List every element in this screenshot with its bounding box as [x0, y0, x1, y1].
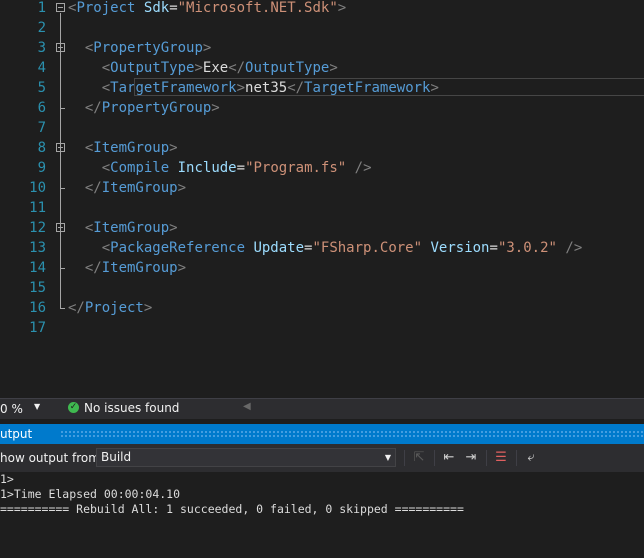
- outline-guide: [60, 53, 61, 108]
- code-text: <Compile Include="Program.fs" />: [101, 160, 372, 176]
- line-number: 4: [37, 60, 46, 76]
- output-toolbar: how output from: Build ▼ ⇱ ⇤ ⇥ ☰ ⤶: [0, 444, 644, 472]
- line-number: 2: [37, 20, 46, 36]
- code-text: <OutputType>Exe</OutputType>: [101, 60, 338, 76]
- code-line[interactable]: 6 </PropertyGroup>: [0, 98, 644, 118]
- code-text: <TargetFramework>net35</TargetFramework>: [68, 78, 644, 98]
- output-source-select[interactable]: Build ▼: [96, 448, 396, 467]
- line-number: 3: [37, 40, 46, 56]
- code-text: <PropertyGroup>: [84, 40, 212, 56]
- code-line[interactable]: 5 <TargetFramework>net35</TargetFramewor…: [0, 78, 644, 98]
- line-number: 15: [29, 280, 46, 296]
- toolbar-separator: [516, 450, 517, 466]
- output-line: 1>: [0, 472, 14, 486]
- line-number: 12: [29, 220, 46, 236]
- code-text: <ItemGroup>: [84, 140, 178, 156]
- code-line[interactable]: 17: [0, 318, 644, 338]
- code-line[interactable]: 1 <Project Sdk="Microsoft.NET.Sdk">: [0, 0, 644, 18]
- output-line: 1>Time Elapsed 00:00:04.10: [0, 487, 181, 501]
- line-number: 7: [37, 120, 46, 136]
- find-next-message-icon[interactable]: ⇥: [462, 449, 480, 467]
- code-text: <Project Sdk="Microsoft.NET.Sdk">: [68, 0, 347, 16]
- code-line[interactable]: 8 <ItemGroup>: [0, 138, 644, 158]
- code-line[interactable]: 16 </Project>: [0, 298, 644, 318]
- editor-status-bar: 0 % ▼ ✓ No issues found ◀: [0, 398, 644, 419]
- zoom-dropdown-icon[interactable]: ▼: [34, 402, 40, 411]
- line-number: 14: [29, 260, 46, 276]
- line-number: 8: [37, 140, 46, 156]
- clear-all-icon[interactable]: ☰: [492, 449, 510, 467]
- code-text: <ItemGroup>: [84, 220, 178, 236]
- go-to-location-icon[interactable]: ⇱: [410, 449, 428, 467]
- outline-guide-end: [60, 188, 65, 189]
- output-pane-title-bar[interactable]: utput: [0, 424, 644, 444]
- toolbar-separator: [434, 450, 435, 466]
- line-number: 17: [29, 320, 46, 336]
- outline-guide: [60, 233, 61, 268]
- toolbar-separator: [486, 450, 487, 466]
- outline-guide: [60, 153, 61, 188]
- check-circle-icon: ✓: [68, 402, 79, 413]
- outline-guide-end: [60, 108, 65, 109]
- word-wrap-icon[interactable]: ⤶: [522, 449, 540, 467]
- line-number: 5: [37, 80, 46, 96]
- code-line[interactable]: 11: [0, 198, 644, 218]
- code-line[interactable]: 12 <ItemGroup>: [0, 218, 644, 238]
- collapse-icon[interactable]: [56, 3, 65, 12]
- find-previous-message-icon[interactable]: ⇤: [440, 449, 458, 467]
- outline-guide-end: [60, 308, 65, 309]
- code-line[interactable]: 14 </ItemGroup>: [0, 258, 644, 278]
- toolbar-separator: [404, 450, 405, 466]
- code-line[interactable]: 10 </ItemGroup>: [0, 178, 644, 198]
- code-text: </ItemGroup>: [84, 260, 187, 276]
- line-number: 9: [37, 160, 46, 176]
- line-number: 11: [29, 200, 46, 216]
- line-number: 13: [29, 240, 46, 256]
- line-number: 16: [29, 300, 46, 316]
- output-pane-title: utput: [0, 427, 33, 441]
- code-line[interactable]: 15: [0, 278, 644, 298]
- code-line[interactable]: 2: [0, 18, 644, 38]
- issues-status[interactable]: No issues found: [84, 401, 179, 415]
- code-line[interactable]: 13 <PackageReference Update="FSharp.Core…: [0, 238, 644, 258]
- line-number: 10: [29, 180, 46, 196]
- line-number: 6: [37, 100, 46, 116]
- chevron-down-icon: ▼: [384, 453, 391, 462]
- code-line[interactable]: 7: [0, 118, 644, 138]
- scroll-left-arrow-icon[interactable]: ◀: [243, 401, 251, 412]
- outline-guide-end: [60, 268, 65, 269]
- output-text-area[interactable]: 1> 1>Time Elapsed 00:00:04.10 ==========…: [0, 472, 644, 558]
- line-number: 1: [37, 0, 46, 16]
- code-editor[interactable]: 1 <Project Sdk="Microsoft.NET.Sdk"> 2 3 <Pr…: [0, 0, 644, 398]
- code-text: </ItemGroup>: [84, 180, 187, 196]
- code-line[interactable]: 9 <Compile Include="Program.fs" />: [0, 158, 644, 178]
- code-text: <PackageReference Update="FSharp.Core" V…: [101, 240, 583, 256]
- output-line: ========== Rebuild All: 1 succeeded, 0 f…: [0, 502, 464, 516]
- code-line[interactable]: 4 <OutputType>Exe</OutputType>: [0, 58, 644, 78]
- code-text: </PropertyGroup>: [84, 100, 220, 116]
- zoom-level[interactable]: 0 %: [0, 402, 23, 416]
- show-output-from-label: how output from:: [0, 451, 104, 465]
- output-source-value: Build: [101, 450, 132, 464]
- code-line[interactable]: 3 <PropertyGroup>: [0, 38, 644, 58]
- title-grip: [60, 430, 644, 438]
- code-text: </Project>: [68, 300, 153, 316]
